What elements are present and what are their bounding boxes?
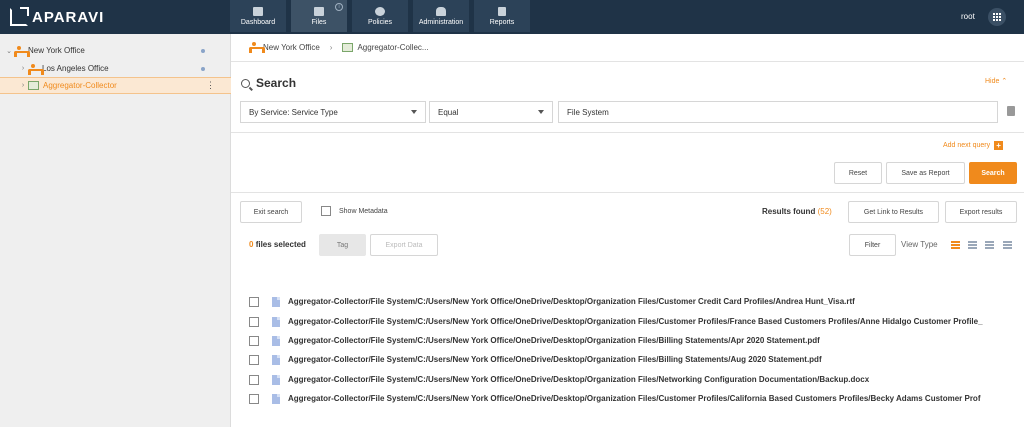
add-next-query-button[interactable]: Add next query + [943,141,1004,150]
query-field-select[interactable]: By Service: Service Type [240,101,426,123]
status-dot [201,66,205,71]
users-icon [436,6,446,16]
file-row[interactable]: Aggregator-Collector/File System/C:/User… [249,292,1024,311]
document-icon [272,354,280,365]
node-icon [14,45,30,57]
dashboard-icon [253,6,263,16]
file-path[interactable]: Aggregator-Collector/File System/C:/User… [288,336,820,345]
file-row[interactable]: Aggregator-Collector/File System/C:/User… [249,312,1024,331]
row-checkbox[interactable] [249,374,259,385]
get-link-button[interactable]: Get Link to Results [848,201,939,223]
file-row[interactable]: Aggregator-Collector/File System/C:/User… [249,389,1024,408]
results-found: Results found (52) [762,207,832,216]
row-checkbox[interactable] [249,335,259,346]
file-row[interactable]: Aggregator-Collector/File System/C:/User… [249,350,1024,369]
hide-search-toggle[interactable]: Hide ⌃ [985,77,1007,85]
collector-icon [342,42,354,52]
row-checkbox[interactable] [249,296,259,307]
sidebar-tree: ⌄ New York Office › Los Angeles Office ›… [0,34,231,427]
file-path[interactable]: Aggregator-Collector/File System/C:/User… [288,375,869,384]
tree-item-new-york-office[interactable]: ⌄ New York Office [0,42,231,59]
nav-files[interactable]: Files i [291,0,347,32]
collector-icon [28,81,39,90]
nav-administration[interactable]: Administration [413,0,469,32]
document-icon [272,296,280,307]
list-view-icon[interactable] [951,241,960,249]
file-path[interactable]: Aggregator-Collector/File System/C:/User… [288,355,822,364]
report-icon [498,6,506,16]
file-row[interactable]: Aggregator-Collector/File System/C:/User… [249,370,1024,389]
top-bar: APARAVI Dashboard Files i Policies Admin… [0,0,1024,34]
trash-icon[interactable] [1007,106,1015,116]
view-type-label: View Type [901,240,938,249]
breadcrumb: New York Office › Aggregator-Collec... [249,42,429,53]
dropdown-arrow-icon [538,110,544,114]
search-button[interactable]: Search [969,162,1017,184]
row-checkbox[interactable] [249,393,259,404]
user-name[interactable]: root [961,12,975,21]
document-icon [272,374,280,385]
folder-icon [314,6,324,16]
chevron-right-icon[interactable]: › [18,65,28,72]
file-path[interactable]: Aggregator-Collector/File System/C:/User… [288,297,855,306]
node-icon [28,63,44,75]
detail-view-icon[interactable] [968,241,977,249]
file-row[interactable]: Aggregator-Collector/File System/C:/User… [249,331,1024,350]
reset-button[interactable]: Reset [834,162,882,184]
breadcrumb-item[interactable]: New York Office [263,43,320,52]
gear-icon [375,6,385,16]
chevron-right-icon[interactable]: › [18,82,28,89]
dropdown-arrow-icon [411,110,417,114]
row-checkbox[interactable] [249,316,259,327]
nav-policies[interactable]: Policies [352,0,408,32]
query-operator-select[interactable]: Equal [429,101,553,123]
export-results-button[interactable]: Export results [945,201,1017,223]
divider [231,61,1024,62]
kebab-menu-icon[interactable]: ⋮ [206,80,215,91]
search-heading: Search [241,76,296,90]
breadcrumb-item[interactable]: Aggregator-Collec... [357,43,428,52]
apps-grid-icon[interactable] [988,8,1006,26]
results-count: (52) [817,207,832,216]
status-dot [201,48,205,53]
divider [231,192,1024,193]
main-nav: Dashboard Files i Policies Administratio… [230,0,535,32]
brand-name: APARAVI [32,8,105,26]
export-data-button[interactable]: Export Data [370,234,438,256]
info-icon[interactable]: i [335,3,343,11]
filter-button[interactable]: Filter [849,234,896,256]
exit-search-button[interactable]: Exit search [240,201,302,223]
divider [231,132,1024,133]
files-selected-count: 0 files selected [249,240,306,249]
show-metadata-label: Show Metadata [339,208,388,215]
chevron-up-icon: ⌃ [1001,78,1008,85]
nav-reports[interactable]: Reports [474,0,530,32]
save-as-report-button[interactable]: Save as Report [886,162,965,184]
grid-view-icon[interactable] [985,241,994,249]
chevron-down-icon[interactable]: ⌄ [4,47,14,55]
tree-item-aggregator-collector[interactable]: › Aggregator-Collector ⋮ [0,77,231,94]
document-icon [272,316,280,327]
file-path[interactable]: Aggregator-Collector/File System/C:/User… [288,317,983,326]
chevron-right-icon: › [329,42,333,52]
search-icon [241,78,250,88]
aparavi-logo[interactable]: APARAVI [10,7,105,26]
nav-dashboard[interactable]: Dashboard [230,0,286,32]
show-metadata-checkbox[interactable] [321,206,331,216]
document-icon [272,335,280,346]
row-checkbox[interactable] [249,354,259,365]
main-content: New York Office › Aggregator-Collec... S… [231,34,1024,427]
tag-button[interactable]: Tag [319,234,366,256]
plus-icon: + [994,141,1004,150]
tile-view-icon[interactable] [1003,241,1012,249]
query-value-input[interactable]: File System [558,101,998,123]
document-icon [272,393,280,404]
node-icon [249,42,265,53]
file-path[interactable]: Aggregator-Collector/File System/C:/User… [288,394,980,403]
tree-item-los-angeles-office[interactable]: › Los Angeles Office [0,60,231,77]
logo-icon [10,7,29,26]
